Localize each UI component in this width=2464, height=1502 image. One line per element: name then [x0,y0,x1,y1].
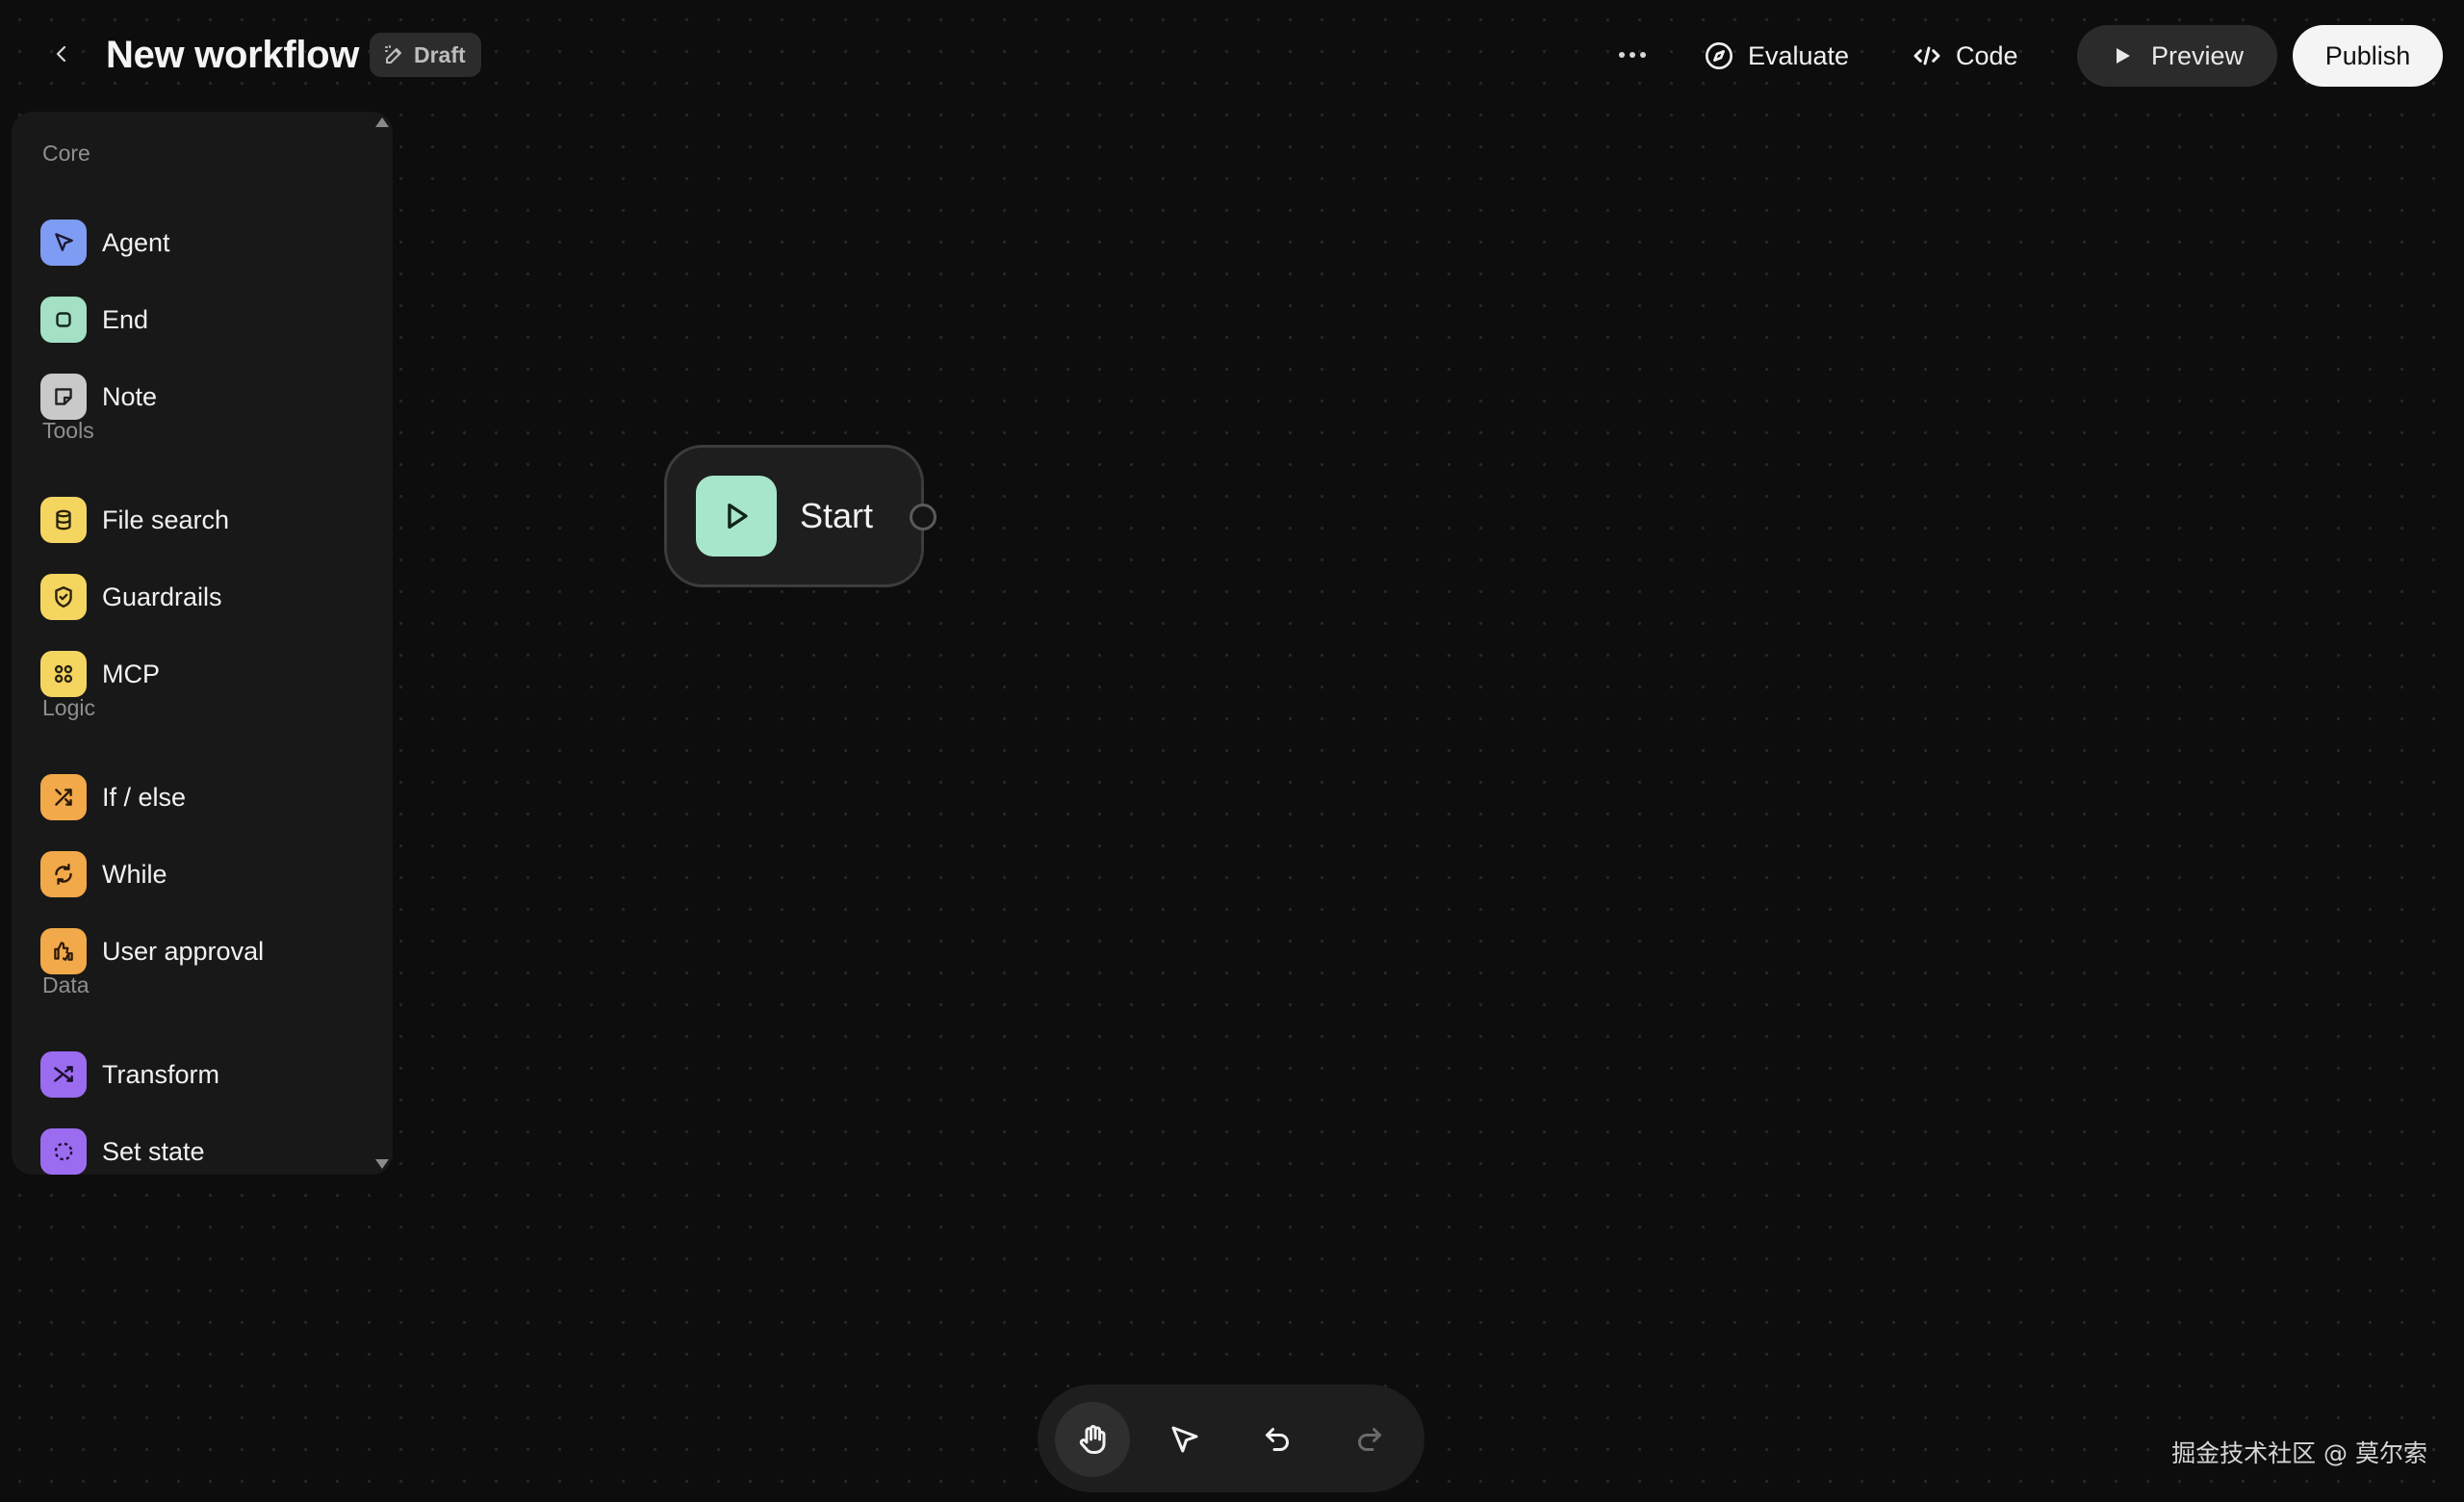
palette-item-label: Agent [102,227,170,257]
select-tool-button[interactable] [1147,1402,1222,1477]
start-node-icon-box [696,476,777,557]
command-icon [54,664,73,684]
undo-icon [1266,1428,1289,1451]
palette-item-label: Guardrails [102,582,222,611]
section-label-tools: Tools [42,418,94,443]
hand-icon [1079,1425,1106,1454]
palette-item-label: If / else [102,782,187,812]
note-icon-box [40,374,87,420]
ellipsis-icon [1619,52,1646,58]
more-options-button[interactable] [1604,33,1661,77]
section-label-core: Core [42,141,90,166]
top-bar: New workflow Draft Evaluate Code Preview… [0,0,2464,112]
palette-item-label: User approval [102,936,265,966]
start-node[interactable]: Start [664,445,937,587]
mcp-icon-box [40,651,87,697]
code-label: Code [1956,40,2018,70]
redo-button[interactable] [1332,1402,1407,1477]
chevron-left-icon [56,45,66,63]
canvas-toolbar [1038,1385,1424,1492]
edit-icon [385,45,401,64]
preview-button[interactable]: Preview [2077,25,2277,87]
palette-item-label: While [102,859,167,889]
start-node-output-handle[interactable] [910,504,937,531]
palette-item-label: MCP [102,659,160,688]
transform-icon-box [40,1051,87,1098]
code-icon [1913,46,1940,65]
palette-item-guardrails[interactable]: Guardrails [40,566,368,628]
pointer-icon [1171,1426,1198,1453]
palette-item-label: End [102,304,149,334]
while-icon-box [40,851,87,897]
hand-tool-button[interactable] [1055,1402,1130,1477]
palette-item-agent[interactable]: Agent [40,212,368,273]
palette-item-file-search[interactable]: File search [40,489,368,551]
palette-item-while[interactable]: While [40,843,368,905]
note-icon [55,388,72,405]
loop-icon [55,864,72,885]
stop-icon [56,312,71,327]
shuffle-icon [54,1066,73,1082]
node-palette-sidebar: Core Agent End Note Tools File search Gu… [12,112,393,1175]
redo-icon [1358,1428,1381,1451]
end-icon-box [40,297,87,343]
user-approval-icon-box [40,928,87,974]
scroll-up-arrow[interactable] [375,117,389,127]
guardrails-icon-box [40,574,87,620]
agent-icon-box [40,220,87,266]
palette-item-end[interactable]: End [40,289,368,350]
palette-item-user-approval[interactable]: User approval [40,920,368,982]
scroll-down-arrow[interactable] [375,1159,389,1169]
section-label-logic: Logic [42,695,95,720]
palette-item-if-else[interactable]: If / else [40,766,368,828]
shield-icon [55,586,72,608]
undo-button[interactable] [1240,1402,1315,1477]
section-label-data: Data [42,972,90,997]
publish-button[interactable]: Publish [2293,25,2443,87]
code-button[interactable]: Code [1912,29,2018,83]
start-node-label: Start [800,496,874,535]
watermark: 掘金技术社区 @ 莫尔索 [2171,1439,2427,1467]
set-state-icon-box [40,1128,87,1175]
preview-label: Preview [2150,40,2245,70]
thumbs-icon [54,942,73,961]
palette-item-set-state[interactable]: Set state [40,1121,368,1182]
palette-item-label: Transform [102,1059,220,1089]
back-button[interactable] [42,35,81,73]
compass-icon [1706,42,1732,69]
if-else-icon-box [40,774,87,820]
play-icon [728,503,748,530]
palette-item-label: Set state [102,1136,205,1166]
page-title[interactable]: New workflow [106,31,359,79]
palette-item-transform[interactable]: Transform [40,1044,368,1105]
branch-icon [55,789,72,806]
palette-item-label: File search [102,505,230,534]
status-badge-label: Draft [414,41,466,67]
evaluate-label: Evaluate [1748,40,1850,70]
file-search-icon-box [40,497,87,543]
cursor-icon [55,233,73,251]
dashed-circle-icon [54,1142,73,1161]
evaluate-button[interactable]: Evaluate [1704,29,1849,83]
play-icon [2116,48,2130,64]
database-icon [56,509,71,531]
palette-item-label: Note [102,381,158,411]
status-badge: Draft [370,33,481,77]
